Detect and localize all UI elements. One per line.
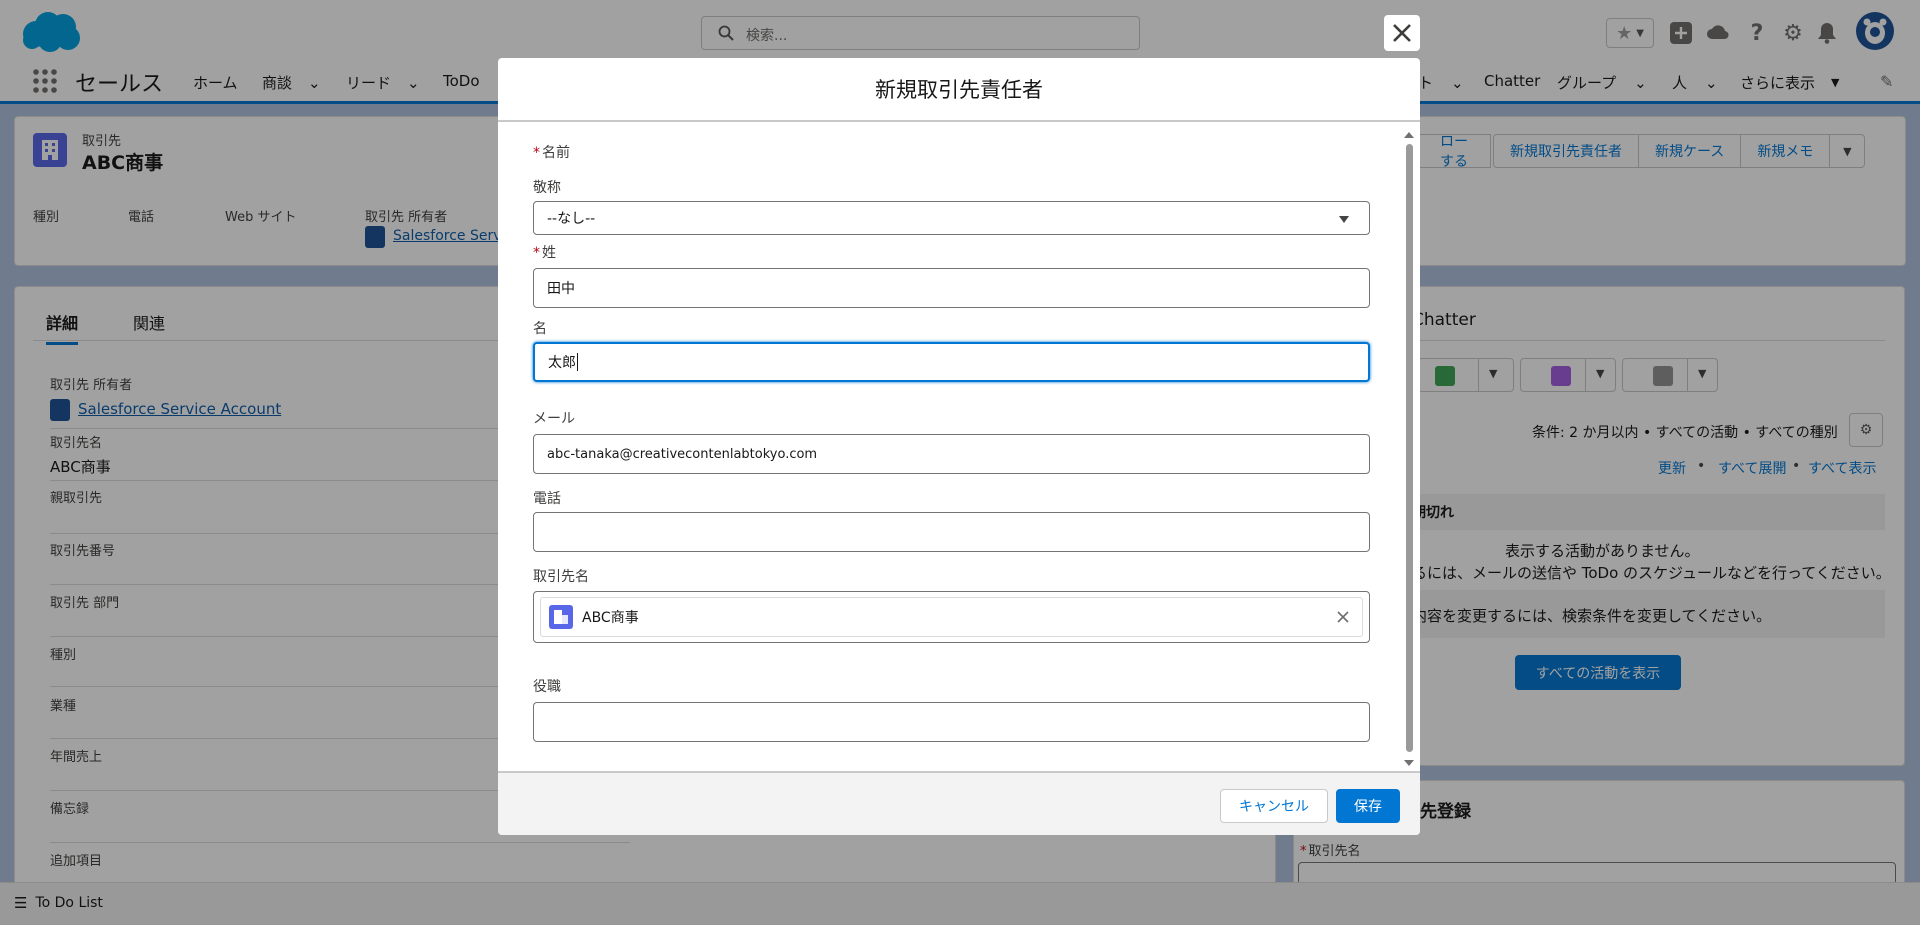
first-name-label: 名 (533, 321, 547, 337)
email-input[interactable]: abc-tanaka@creativecontenlabtokyo.com (533, 434, 1370, 474)
account-lookup[interactable]: ABC商事 (533, 591, 1370, 643)
text-cursor (577, 353, 578, 371)
modal-footer: キャンセル 保存 (498, 771, 1420, 835)
new-contact-modal: 新規取引先責任者 * 名前 敬称 --なし-- * 姓 田中 名 太郎 メール ab… (498, 58, 1420, 835)
email-label: メール (533, 411, 575, 427)
caret-down-icon (1339, 216, 1349, 223)
scroll-thumb[interactable] (1406, 144, 1413, 752)
first-name-input[interactable]: 太郎 (533, 342, 1370, 382)
account-pill-label: ABC商事 (582, 610, 639, 626)
modal-body: * 名前 敬称 --なし-- * 姓 田中 名 太郎 メール abc-tanaka@… (498, 122, 1420, 771)
modal-scrollbar[interactable] (1404, 132, 1414, 768)
job-title-input[interactable] (533, 702, 1370, 742)
salutation-label: 敬称 (533, 180, 561, 196)
last-name-label: * 姓 (533, 245, 556, 261)
job-title-label: 役職 (533, 679, 561, 695)
clear-icon[interactable] (1336, 610, 1350, 624)
save-button[interactable]: 保存 (1336, 789, 1400, 823)
scroll-down-arrow-icon[interactable] (1404, 760, 1414, 766)
cancel-button[interactable]: キャンセル (1220, 789, 1328, 823)
modal-title: 新規取引先責任者 (498, 58, 1420, 122)
phone-input[interactable] (533, 512, 1370, 552)
account-icon (549, 605, 573, 629)
close-modal-button[interactable] (1384, 15, 1420, 51)
name-section-label: * 名前 (533, 145, 570, 161)
scroll-up-arrow-icon[interactable] (1404, 132, 1414, 138)
account-pill: ABC商事 (540, 597, 1363, 637)
account-name-label: 取引先名 (533, 569, 589, 585)
phone-label: 電話 (533, 491, 561, 507)
close-icon (1393, 24, 1411, 42)
last-name-input[interactable]: 田中 (533, 268, 1370, 308)
salutation-select[interactable]: --なし-- (533, 201, 1370, 235)
